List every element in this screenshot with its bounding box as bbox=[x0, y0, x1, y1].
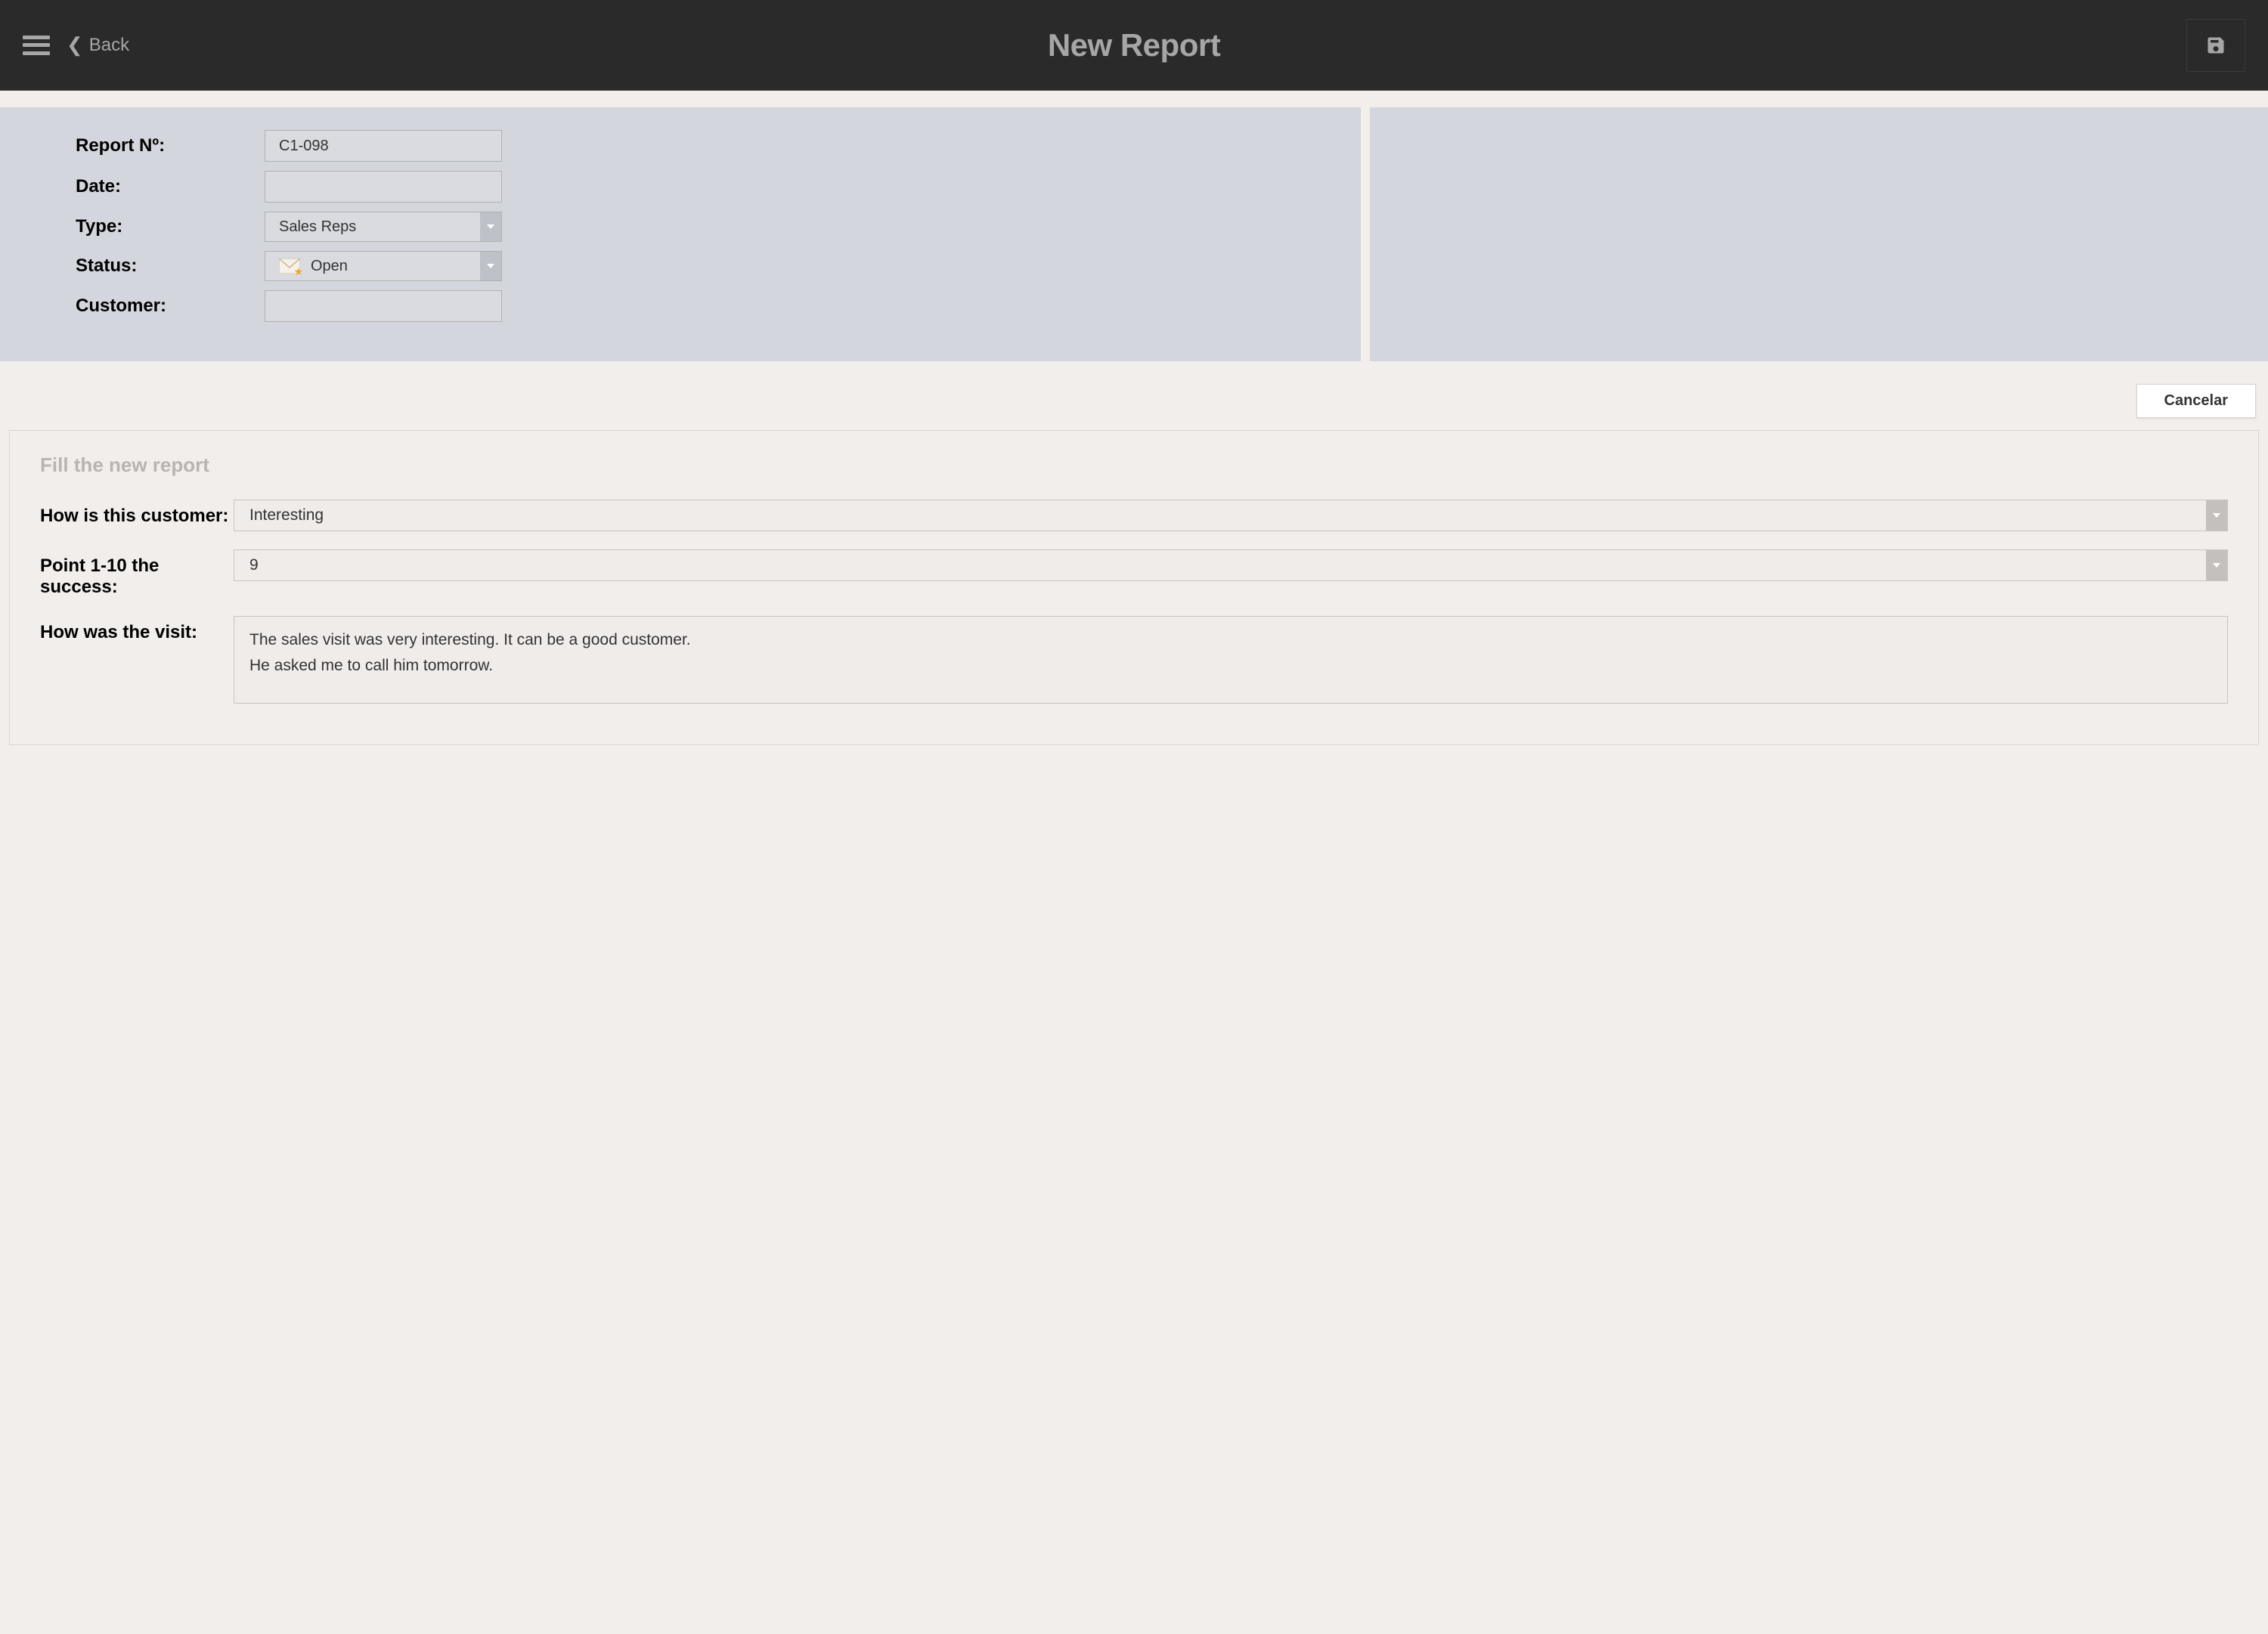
customer-rating-value: Interesting bbox=[234, 506, 2206, 525]
save-icon bbox=[2205, 35, 2226, 56]
row-visit-notes: How was the visit: bbox=[40, 616, 2228, 704]
menu-icon[interactable] bbox=[23, 36, 50, 55]
label-report-no: Report Nº: bbox=[76, 135, 265, 156]
chevron-down-icon bbox=[480, 212, 501, 241]
type-select-value: Sales Reps bbox=[265, 218, 480, 236]
label-visit-notes: How was the visit: bbox=[40, 616, 234, 643]
summary-form-panel: Report Nº: Date: Type: Sales Reps Status… bbox=[0, 107, 1361, 361]
save-button[interactable] bbox=[2186, 19, 2245, 72]
label-success-score: Point 1-10 the success: bbox=[40, 549, 234, 598]
type-select[interactable]: Sales Reps bbox=[265, 212, 502, 242]
chevron-left-icon: ❮ bbox=[67, 33, 83, 57]
section-title: Fill the new report bbox=[40, 453, 2228, 477]
success-score-value: 9 bbox=[234, 556, 2206, 574]
row-date: Date: bbox=[76, 171, 1331, 203]
row-type: Type: Sales Reps bbox=[76, 212, 1331, 242]
label-type: Type: bbox=[76, 216, 265, 237]
status-select[interactable]: ★ Open bbox=[265, 251, 502, 281]
row-success-score: Point 1-10 the success: 9 bbox=[40, 549, 2228, 598]
customer-input[interactable] bbox=[265, 290, 502, 322]
customer-rating-select[interactable]: Interesting bbox=[234, 500, 2228, 531]
success-score-select[interactable]: 9 bbox=[234, 549, 2228, 581]
chevron-down-icon bbox=[2206, 500, 2227, 531]
cancel-button[interactable]: Cancelar bbox=[2136, 384, 2257, 418]
back-button[interactable]: ❮ Back bbox=[67, 33, 129, 57]
summary-side-panel bbox=[1370, 107, 2268, 361]
row-report-no: Report Nº: bbox=[76, 130, 1331, 162]
label-customer-rating: How is this customer: bbox=[40, 500, 234, 527]
date-input[interactable] bbox=[265, 171, 502, 203]
row-status: Status: ★ Open bbox=[76, 251, 1331, 281]
label-date: Date: bbox=[76, 176, 265, 197]
report-form-section: Fill the new report How is this customer… bbox=[9, 430, 2259, 745]
label-customer: Customer: bbox=[76, 296, 265, 317]
row-customer: Customer: bbox=[76, 290, 1331, 322]
report-no-input[interactable] bbox=[265, 130, 502, 162]
status-select-value: Open bbox=[311, 258, 348, 275]
chevron-down-icon bbox=[480, 252, 501, 280]
summary-panels: Report Nº: Date: Type: Sales Reps Status… bbox=[0, 107, 2268, 361]
chevron-down-icon bbox=[2206, 550, 2227, 580]
cancel-row: Cancelar bbox=[0, 361, 2268, 430]
back-label: Back bbox=[89, 35, 129, 56]
envelope-star-icon: ★ bbox=[279, 258, 300, 274]
row-customer-rating: How is this customer: Interesting bbox=[40, 500, 2228, 531]
app-header: ❮ Back New Report bbox=[0, 0, 2268, 91]
page-title: New Report bbox=[1048, 27, 1220, 63]
label-status: Status: bbox=[76, 255, 265, 277]
visit-notes-textarea[interactable] bbox=[234, 616, 2228, 704]
